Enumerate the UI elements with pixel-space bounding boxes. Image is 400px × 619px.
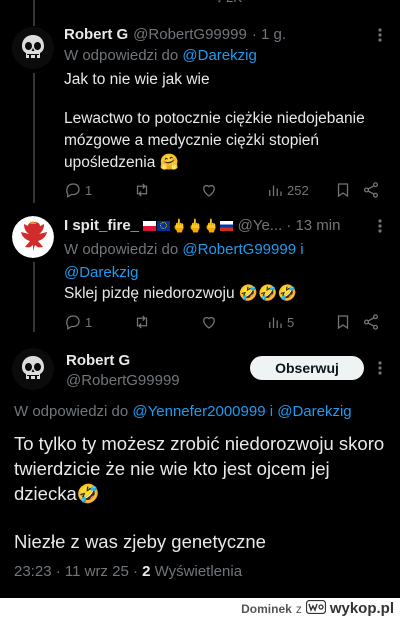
bookmark-icon xyxy=(337,315,349,330)
author-name[interactable]: Robert G xyxy=(66,352,130,369)
share-icon xyxy=(363,182,379,198)
mention-link[interactable]: @Yennefer2000999 xyxy=(132,403,265,420)
name-emoji-run: 🖕🖕🖕 xyxy=(143,218,234,234)
reply-context-label: W odpowiedzi do xyxy=(64,47,179,64)
footer-attribution: Dominek z wykop.pl xyxy=(241,599,394,617)
author-handle[interactable]: @Ye... xyxy=(238,217,283,234)
views-button[interactable]: 252 xyxy=(266,181,309,199)
author-name[interactable]: I spit_fire_ xyxy=(64,217,139,234)
share-button[interactable] xyxy=(362,181,380,199)
screenshot-area: ↓ 2K Robert G @RobertG99999 · 1 g. W odp… xyxy=(0,0,400,598)
views-button[interactable]: 5 xyxy=(266,313,294,331)
retweet-icon xyxy=(136,315,148,329)
views-icon xyxy=(269,317,282,328)
views-icon xyxy=(269,185,282,196)
mention-link[interactable]: @Darekzig xyxy=(182,47,256,64)
share-icon xyxy=(363,314,379,330)
reply-context-join: i xyxy=(300,241,304,258)
retweet-button[interactable] xyxy=(133,313,151,331)
footer-via: z xyxy=(295,601,302,616)
reply2-header: I spit_fire_ 🖕🖕🖕 @Ye... · 13 min xyxy=(64,217,340,234)
bookmark-button[interactable] xyxy=(334,181,352,199)
author-handle[interactable]: @RobertG99999 xyxy=(66,372,180,389)
author-handle[interactable]: @RobertG99999 xyxy=(133,26,247,43)
clipped-previous-row: ↓ 2K xyxy=(216,0,242,5)
reply-icon xyxy=(66,183,80,198)
like-button[interactable] xyxy=(200,313,218,331)
like-icon xyxy=(203,316,215,329)
reply-button[interactable]: 1 xyxy=(64,313,92,331)
tweet-text-paragraph: Lewactwo to potocznie ciężkie niedojeban… xyxy=(64,110,365,171)
thread-connector-top xyxy=(33,0,35,26)
more-icon[interactable] xyxy=(372,26,388,49)
follow-button[interactable]: Obserwuj xyxy=(250,356,364,380)
reply-context: W odpowiedzi do @Darekzig xyxy=(64,47,257,64)
more-icon[interactable] xyxy=(372,217,388,240)
flag-russia-icon xyxy=(219,221,233,231)
wykop-footer: Dominek z wykop.pl xyxy=(0,598,400,619)
views-label: Wyświetlenia xyxy=(154,563,243,580)
reply-button[interactable]: 1 xyxy=(64,181,92,199)
like-icon xyxy=(203,184,215,197)
reply-context: W odpowiedzi do @RobertG99999 i @Darekzi… xyxy=(64,238,384,284)
footer-author[interactable]: Dominek xyxy=(241,602,292,616)
footer-site[interactable]: wykop.pl xyxy=(330,600,394,617)
reply2-text: Sklej pizdę niedorozwoju 🤣🤣🤣 xyxy=(64,285,297,302)
tweet-text-line: Jak to nie wie jak wie xyxy=(64,71,210,88)
flag-eu-icon xyxy=(157,221,171,231)
avatar[interactable] xyxy=(12,27,54,69)
like-button[interactable] xyxy=(200,181,218,199)
retweet-button[interactable] xyxy=(133,181,151,199)
share-button[interactable] xyxy=(362,313,380,331)
thread-connector xyxy=(33,262,35,332)
views-count: 2 xyxy=(142,563,151,580)
main-tweet-text: To tylko ty możesz zrobić niedorozwoju s… xyxy=(14,431,386,554)
mention-link[interactable]: @Darekzig xyxy=(64,264,138,281)
post-time[interactable]: · 1 g. xyxy=(252,26,286,43)
bookmark-button[interactable] xyxy=(334,313,352,331)
retweet-icon xyxy=(136,183,148,197)
tweet-timestamp[interactable]: 23:23 · 11 wrz 25 · xyxy=(14,563,138,580)
reply-count: 1 xyxy=(85,314,93,330)
mention-link[interactable]: @Darekzig xyxy=(277,403,351,420)
reply-context-label: W odpowiedzi do xyxy=(64,241,179,258)
reply-icon xyxy=(66,315,80,330)
mention-link[interactable]: @RobertG99999 xyxy=(182,241,296,258)
views-count: 252 xyxy=(287,182,309,198)
avatar[interactable] xyxy=(12,348,54,390)
post-time[interactable]: · 13 min xyxy=(286,217,340,234)
reply1-text: Jak to nie wie jak wie Lewactwo to potoc… xyxy=(64,69,384,174)
bookmark-icon xyxy=(337,183,349,198)
author-name[interactable]: Robert G xyxy=(64,26,128,43)
tweet-text-paragraph: Niezłe z was zjeby genetyczne xyxy=(14,531,266,552)
more-icon[interactable] xyxy=(372,359,388,382)
flag-poland-icon xyxy=(143,221,157,231)
thread-connector xyxy=(33,73,35,203)
reply-context-join: i xyxy=(269,403,274,420)
views-count: 5 xyxy=(287,314,295,330)
wykop-logo-icon xyxy=(305,599,326,617)
reply-context-label: W odpowiedzi do xyxy=(14,403,129,420)
middle-finger-icon: 🖕🖕🖕 xyxy=(171,218,220,233)
tweet-meta: 23:23 · 11 wrz 25 · 2 Wyświetlenia xyxy=(14,563,242,580)
reply1-header: Robert G @RobertG99999 · 1 g. xyxy=(64,26,286,43)
tweet-text-paragraph: To tylko ty możesz zrobić niedorozwoju s… xyxy=(14,433,385,504)
reply-context: W odpowiedzi do @Yennefer2000999 i @Dare… xyxy=(14,403,352,420)
avatar[interactable] xyxy=(12,216,54,258)
reply-count: 1 xyxy=(85,182,93,198)
